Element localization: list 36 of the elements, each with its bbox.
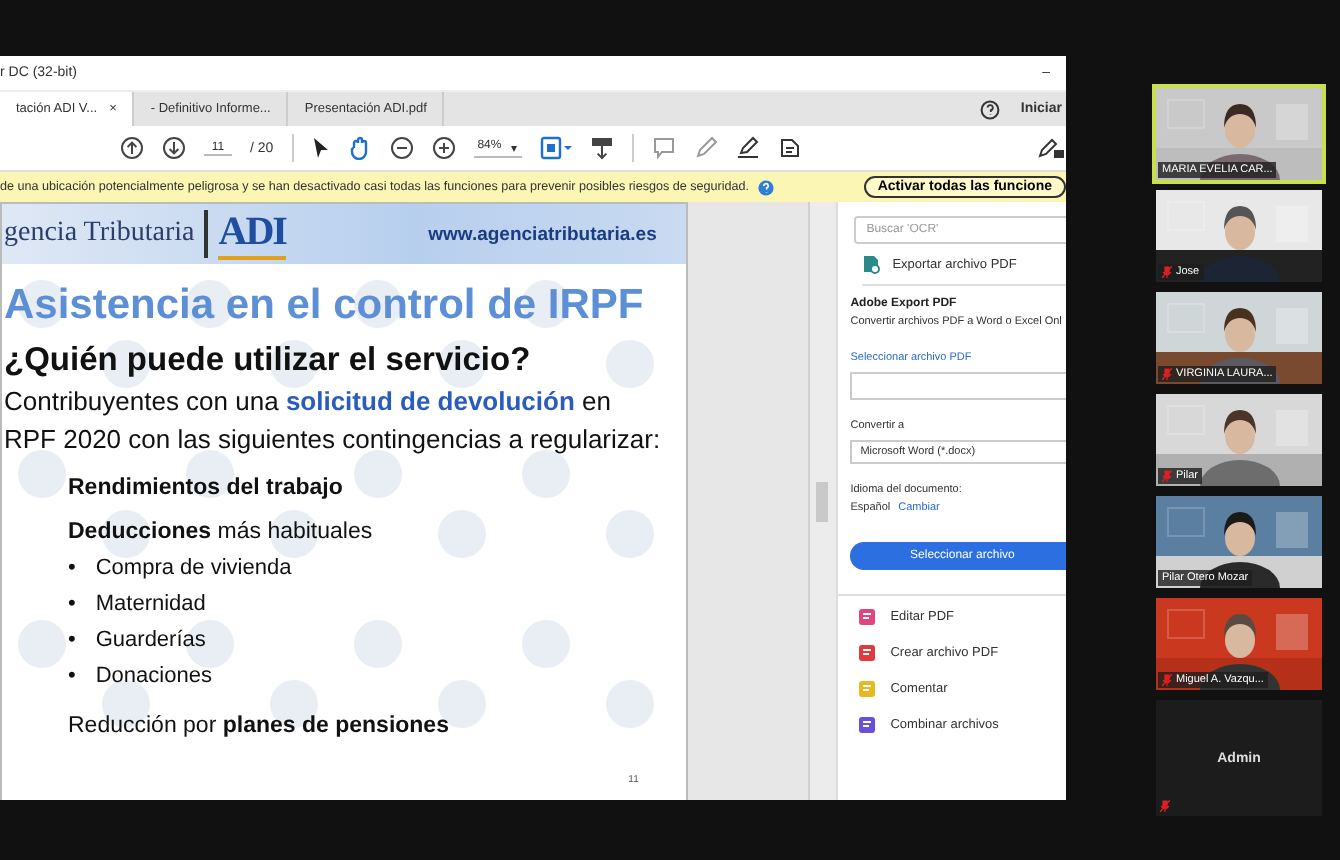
sign-icon[interactable] xyxy=(735,136,760,160)
share-icon[interactable] xyxy=(1038,136,1066,160)
bullet-mark: • xyxy=(68,664,76,688)
organization-name: gencia Tributaria xyxy=(4,210,209,258)
slide-subtitle: ¿Quién puede utilizar el servicio? xyxy=(4,342,533,380)
list-item: Maternidad xyxy=(95,592,206,616)
website-url: www.agenciatributaria.es xyxy=(428,223,657,245)
export-icon[interactable] xyxy=(862,254,881,274)
slide-title: Asistencia en el control de IRPF xyxy=(4,282,646,330)
bullet-mark: • xyxy=(68,628,76,652)
comment-icon[interactable] xyxy=(651,136,676,160)
slide-text: Reducción por planes de pensiones xyxy=(68,714,451,738)
list-item: Guarderías xyxy=(95,628,206,652)
bullet-mark: • xyxy=(68,556,76,580)
list-item: Compra de vivienda xyxy=(95,556,292,580)
next-page-icon[interactable] xyxy=(162,136,186,160)
scrollbar-thumb[interactable] xyxy=(816,482,829,522)
file-field[interactable] xyxy=(850,372,1066,400)
pen-icon[interactable] xyxy=(693,136,718,160)
slide-text: Rendimientos del trabajo xyxy=(68,476,345,500)
help-icon[interactable] xyxy=(980,99,1001,119)
pointer-icon[interactable] xyxy=(311,136,330,160)
fit-page-icon[interactable] xyxy=(539,136,572,160)
intro-text: Contribuyentes con una solicitud de devolución en xyxy=(4,384,613,418)
zoom-in-icon[interactable] xyxy=(431,136,456,160)
slide-text: Deducciones más habituales xyxy=(68,520,375,544)
list-item: Donaciones xyxy=(95,664,212,688)
help-icon xyxy=(757,179,774,195)
stamp-icon[interactable] xyxy=(777,136,802,160)
zoom-out-icon[interactable] xyxy=(389,136,414,160)
hand-icon[interactable] xyxy=(347,136,372,160)
bullet-mark: • xyxy=(68,592,76,616)
previous-page-icon[interactable] xyxy=(120,136,144,160)
download-icon[interactable] xyxy=(589,136,614,160)
intro-text: RPF 2020 con las siguientes contingencias a regularizar: xyxy=(4,422,663,456)
logo: ADI xyxy=(218,209,286,259)
